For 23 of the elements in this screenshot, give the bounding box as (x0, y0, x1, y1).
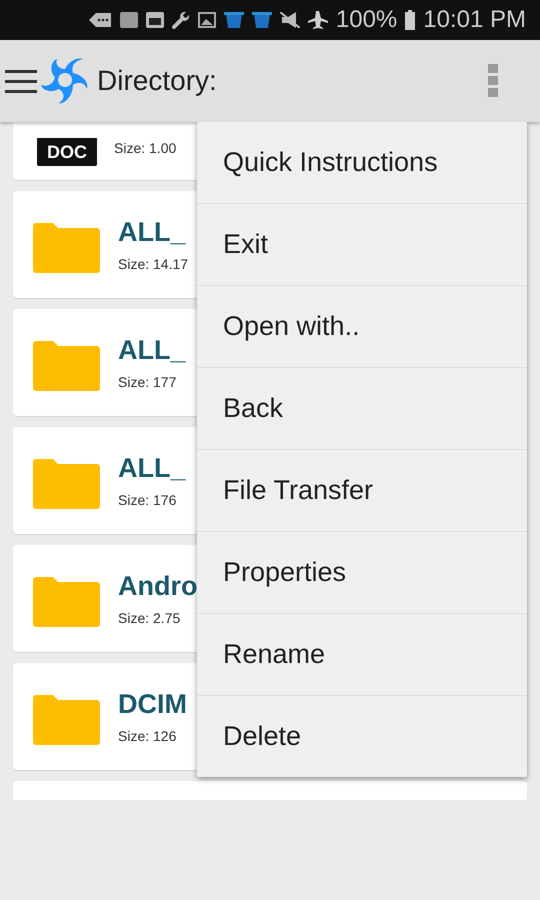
menu-item[interactable]: Back (197, 368, 527, 450)
file-name: ALL_ (118, 217, 187, 248)
battery-percent: 100% (336, 6, 398, 34)
file-name: DCIM (118, 689, 187, 720)
menu-item[interactable]: Open with.. (197, 286, 527, 368)
app-title: Directory: (97, 65, 217, 97)
file-size: Size: 177 (118, 374, 178, 390)
menu-item[interactable]: File Transfer (197, 450, 527, 532)
menu-item[interactable]: Delete (197, 696, 527, 777)
file-size: Size: 126 (118, 728, 178, 744)
menu-item[interactable]: Rename (197, 614, 527, 696)
clock: 10:01 PM (423, 6, 526, 34)
file-size: Size: 176 (118, 492, 178, 508)
menu-item[interactable]: Exit (197, 204, 527, 286)
file-size: Size: 2.75 (118, 610, 182, 626)
file-size: Size: 14.17 (118, 256, 188, 272)
menu-item[interactable]: Quick Instructions (197, 122, 527, 204)
file-size: Size: 1.00 (114, 140, 176, 156)
file-name: ALL_ (118, 453, 186, 484)
file-name: Andro (118, 571, 198, 602)
file-name: ALL_ (118, 335, 186, 366)
menu-item[interactable]: Properties (197, 532, 527, 614)
doc-icon: DOC (37, 138, 97, 166)
